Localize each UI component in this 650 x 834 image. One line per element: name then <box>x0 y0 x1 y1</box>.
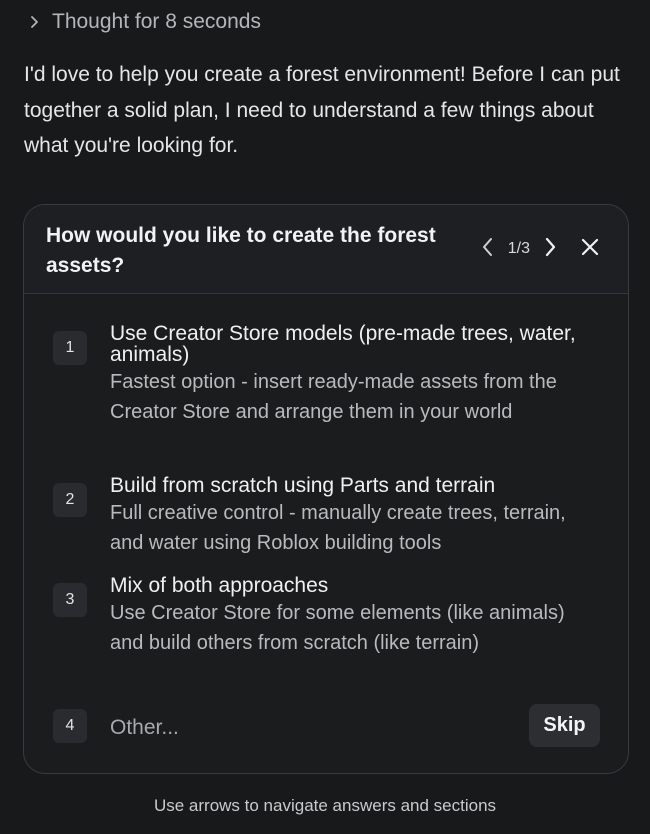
close-icon <box>580 237 600 262</box>
option-title: Build from scratch using Parts and terra… <box>110 474 496 497</box>
thought-toggle[interactable]: Thought for 8 seconds <box>30 10 261 34</box>
question-card: How would you like to create the forest … <box>23 204 629 774</box>
option-number: 4 <box>53 709 87 743</box>
skip-button[interactable]: Skip <box>529 704 600 747</box>
option-number: 2 <box>53 483 87 517</box>
question-counter: 1/3 <box>507 240 530 257</box>
option-description: Fastest option - insert ready-made asset… <box>110 371 557 423</box>
answer-option-other[interactable]: 4 Other... <box>53 709 603 749</box>
option-description: Use Creator Store for some elements (lik… <box>110 602 565 654</box>
option-content: Build from scratch using Parts and terra… <box>110 475 590 558</box>
option-title: Mix of both approaches <box>110 574 329 597</box>
question-navigation: 1/3 <box>474 235 604 263</box>
chevron-right-icon <box>543 236 557 263</box>
answer-option-2[interactable]: 2 Build from scratch using Parts and ter… <box>53 475 603 555</box>
thought-label: Thought for 8 seconds <box>52 10 261 33</box>
next-question-button[interactable] <box>536 235 564 263</box>
other-answer-input[interactable]: Other... <box>110 716 179 740</box>
answer-option-1[interactable]: 1 Use Creator Store models (pre-made tre… <box>53 323 603 453</box>
chevron-left-icon <box>481 236 495 263</box>
assistant-message: I'd love to help you create a forest env… <box>24 63 620 157</box>
chevron-right-icon <box>30 15 40 29</box>
navigation-hint: Use arrows to navigate answers and secti… <box>153 796 497 815</box>
option-content: Mix of both approaches Use Creator Store… <box>110 575 590 658</box>
option-content: Use Creator Store models (pre-made trees… <box>110 323 590 427</box>
option-description: Full creative control - manually create … <box>110 502 566 554</box>
chat-page: Thought for 8 seconds I'd love to help y… <box>0 0 650 834</box>
option-number: 1 <box>53 331 87 365</box>
option-title: Use Creator Store models (pre-made trees… <box>110 322 576 366</box>
close-button[interactable] <box>576 235 604 263</box>
question-title: How would you like to create the forest … <box>46 224 436 277</box>
previous-question-button[interactable] <box>474 235 502 263</box>
option-number: 3 <box>53 583 87 617</box>
question-header: How would you like to create the forest … <box>24 205 628 294</box>
answer-option-3[interactable]: 3 Mix of both approaches Use Creator Sto… <box>53 575 603 685</box>
